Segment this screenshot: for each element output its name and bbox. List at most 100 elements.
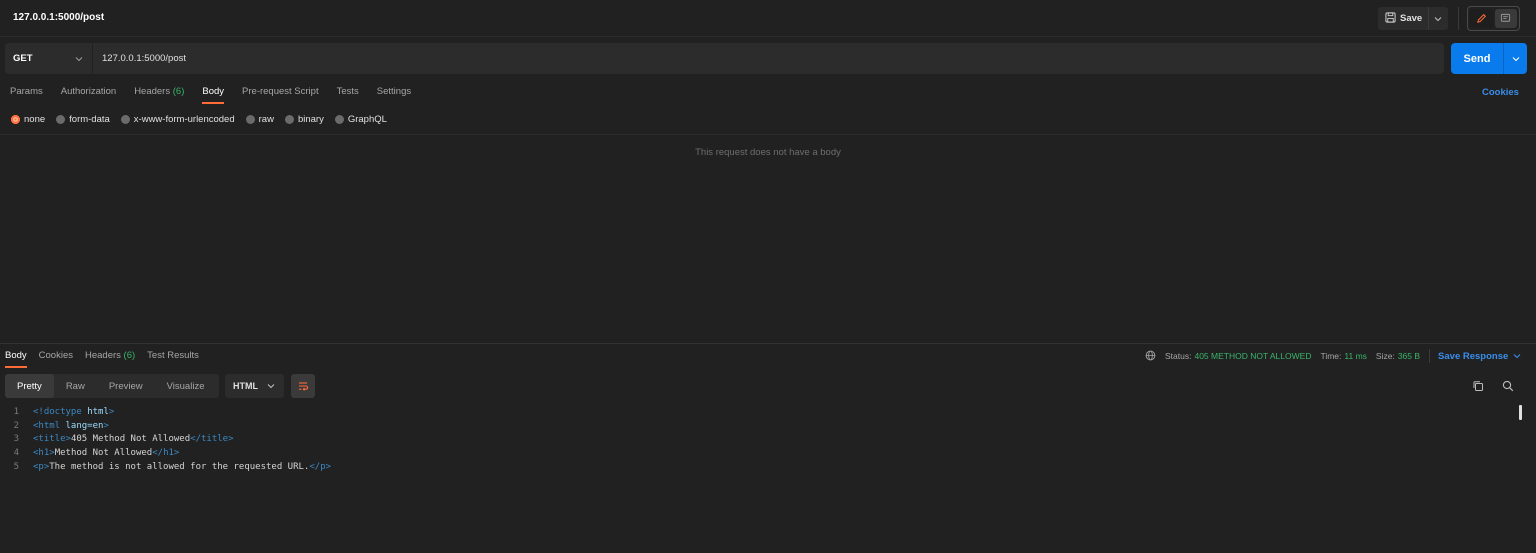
response-code-view[interactable]: 1 <!doctype html> 2 <html lang=en> 3 <ti… <box>0 406 331 474</box>
body-type-graphql[interactable]: GraphQL <box>334 114 387 125</box>
line-number: 5 <box>13 461 19 472</box>
radio-label: none <box>24 114 46 125</box>
url-input[interactable]: 127.0.0.1:5000/post <box>93 53 186 64</box>
save-group: Save <box>1378 7 1448 30</box>
tab-pre-request-script[interactable]: Pre-request Script <box>242 86 319 104</box>
headers-count: (6) <box>123 350 136 361</box>
response-tab-test-results[interactable]: Test Results <box>147 350 199 368</box>
radio-label: form-data <box>69 114 110 125</box>
code-line: 5 <p>The method is not allowed for the r… <box>0 461 331 475</box>
response-tabs: Body Cookies Headers (6) Test Results <box>5 350 199 368</box>
tab-label: Test Results <box>147 350 199 361</box>
tab-label: Pre-request Script <box>242 86 319 97</box>
chevron-down-icon <box>267 384 275 389</box>
body-type-form-data[interactable]: form-data <box>56 114 110 125</box>
line-number: 3 <box>13 434 19 445</box>
tab-label: Params <box>10 86 43 97</box>
time-label: Time: <box>1320 351 1342 361</box>
tab-label: Headers <box>84 350 121 361</box>
chevron-down-icon <box>1513 354 1521 359</box>
radio-label: binary <box>297 114 324 125</box>
cookies-link[interactable]: Cookies <box>1482 87 1519 98</box>
request-tabs: Params Authorization Headers (6) Body Pr… <box>10 86 411 104</box>
save-response-label: Save Response <box>1438 350 1509 362</box>
time-value[interactable]: 11 ms <box>1344 351 1367 361</box>
tab-settings[interactable]: Settings <box>377 86 411 104</box>
tab-params[interactable]: Params <box>10 86 43 104</box>
tab-headers[interactable]: Headers (6) <box>134 86 184 104</box>
comment-icon <box>1501 13 1511 22</box>
tab-label: Settings <box>376 86 412 97</box>
code-line: 3 <title>405 Method Not Allowed</title> <box>0 433 331 447</box>
code-line: 4 <h1>Method Not Allowed</h1> <box>0 447 331 461</box>
tab-body[interactable]: Body <box>202 86 224 104</box>
size-label: Size: <box>1375 351 1395 361</box>
copy-icon[interactable] <box>1472 380 1484 395</box>
body-type-urlencoded[interactable]: x-www-form-urlencoded <box>120 114 235 125</box>
save-options-button[interactable] <box>1428 7 1446 30</box>
search-icon[interactable] <box>1502 380 1514 395</box>
tab-label: Authorization <box>60 86 117 97</box>
radio <box>245 115 255 124</box>
view-pretty[interactable]: Pretty <box>5 374 54 398</box>
tab-label: Tests <box>336 86 359 97</box>
method-label: GET <box>13 53 33 64</box>
radio <box>284 115 294 124</box>
title-bar: 127.0.0.1:5000/post Save <box>0 0 1536 37</box>
chevron-down-icon <box>75 56 83 61</box>
radio-label: raw <box>258 114 274 125</box>
line-number: 4 <box>13 448 19 459</box>
body-type-none[interactable]: none <box>11 114 45 125</box>
tab-authorization[interactable]: Authorization <box>61 86 116 104</box>
body-type-raw[interactable]: raw <box>245 114 274 125</box>
status-label: Status: <box>1165 351 1192 361</box>
send-button[interactable]: Send <box>1451 53 1503 65</box>
tab-label: Body <box>202 86 225 97</box>
response-view-toggle: Pretty Raw Preview Visualize <box>5 374 219 398</box>
request-title[interactable]: 127.0.0.1:5000/post <box>13 12 104 23</box>
comment-mode-button[interactable] <box>1494 9 1517 28</box>
divider <box>0 134 1536 135</box>
headers-count: (6) <box>172 86 185 97</box>
view-raw[interactable]: Raw <box>54 374 97 398</box>
globe-icon[interactable] <box>1145 350 1156 363</box>
wrap-lines-button[interactable] <box>291 374 315 398</box>
radio-label: x-www-form-urlencoded <box>133 114 235 125</box>
size-value[interactable]: 365 B <box>1398 351 1420 361</box>
request-url-bar: GET 127.0.0.1:5000/post <box>5 43 1444 74</box>
chevron-down-icon <box>1512 56 1519 61</box>
response-tab-cookies[interactable]: Cookies <box>39 350 73 368</box>
status-value[interactable]: 405 METHOD NOT ALLOWED <box>1194 351 1311 361</box>
edit-mode-button[interactable] <box>1470 9 1493 28</box>
code-text: <h1>Method Not Allowed</h1> <box>33 448 180 459</box>
chevron-down-icon <box>1434 16 1441 21</box>
scrollbar[interactable] <box>1519 405 1522 420</box>
code-line: 2 <html lang=en> <box>0 420 331 434</box>
code-text: <title>405 Method Not Allowed</title> <box>33 434 234 445</box>
tab-tests[interactable]: Tests <box>337 86 359 104</box>
format-label: HTML <box>233 381 258 391</box>
radio <box>120 115 130 124</box>
response-tab-body[interactable]: Body <box>5 350 27 368</box>
code-text: <!doctype html> <box>33 407 115 417</box>
line-number: 1 <box>13 407 19 417</box>
code-text: <p>The method is not allowed for the req… <box>33 461 332 472</box>
pane-resizer[interactable] <box>0 343 1536 344</box>
mode-toggle <box>1467 6 1520 31</box>
response-tab-headers[interactable]: Headers (6) <box>85 350 135 368</box>
send-options-button[interactable] <box>1503 43 1527 74</box>
radio-label: GraphQL <box>347 114 387 125</box>
format-select[interactable]: HTML <box>225 374 284 398</box>
tab-label: Cookies <box>38 350 73 361</box>
toolbar-divider <box>1458 7 1459 30</box>
save-icon <box>1385 11 1400 26</box>
save-button[interactable]: Save <box>1378 7 1428 30</box>
view-visualize[interactable]: Visualize <box>155 374 217 398</box>
code-line: 1 <!doctype html> <box>0 406 331 420</box>
save-response-button[interactable]: Save Response <box>1438 351 1521 362</box>
tab-label: Body <box>5 350 27 361</box>
send-group: Send <box>1451 43 1527 74</box>
view-preview[interactable]: Preview <box>97 374 155 398</box>
body-type-binary[interactable]: binary <box>284 114 324 125</box>
method-select[interactable]: GET <box>5 43 93 74</box>
